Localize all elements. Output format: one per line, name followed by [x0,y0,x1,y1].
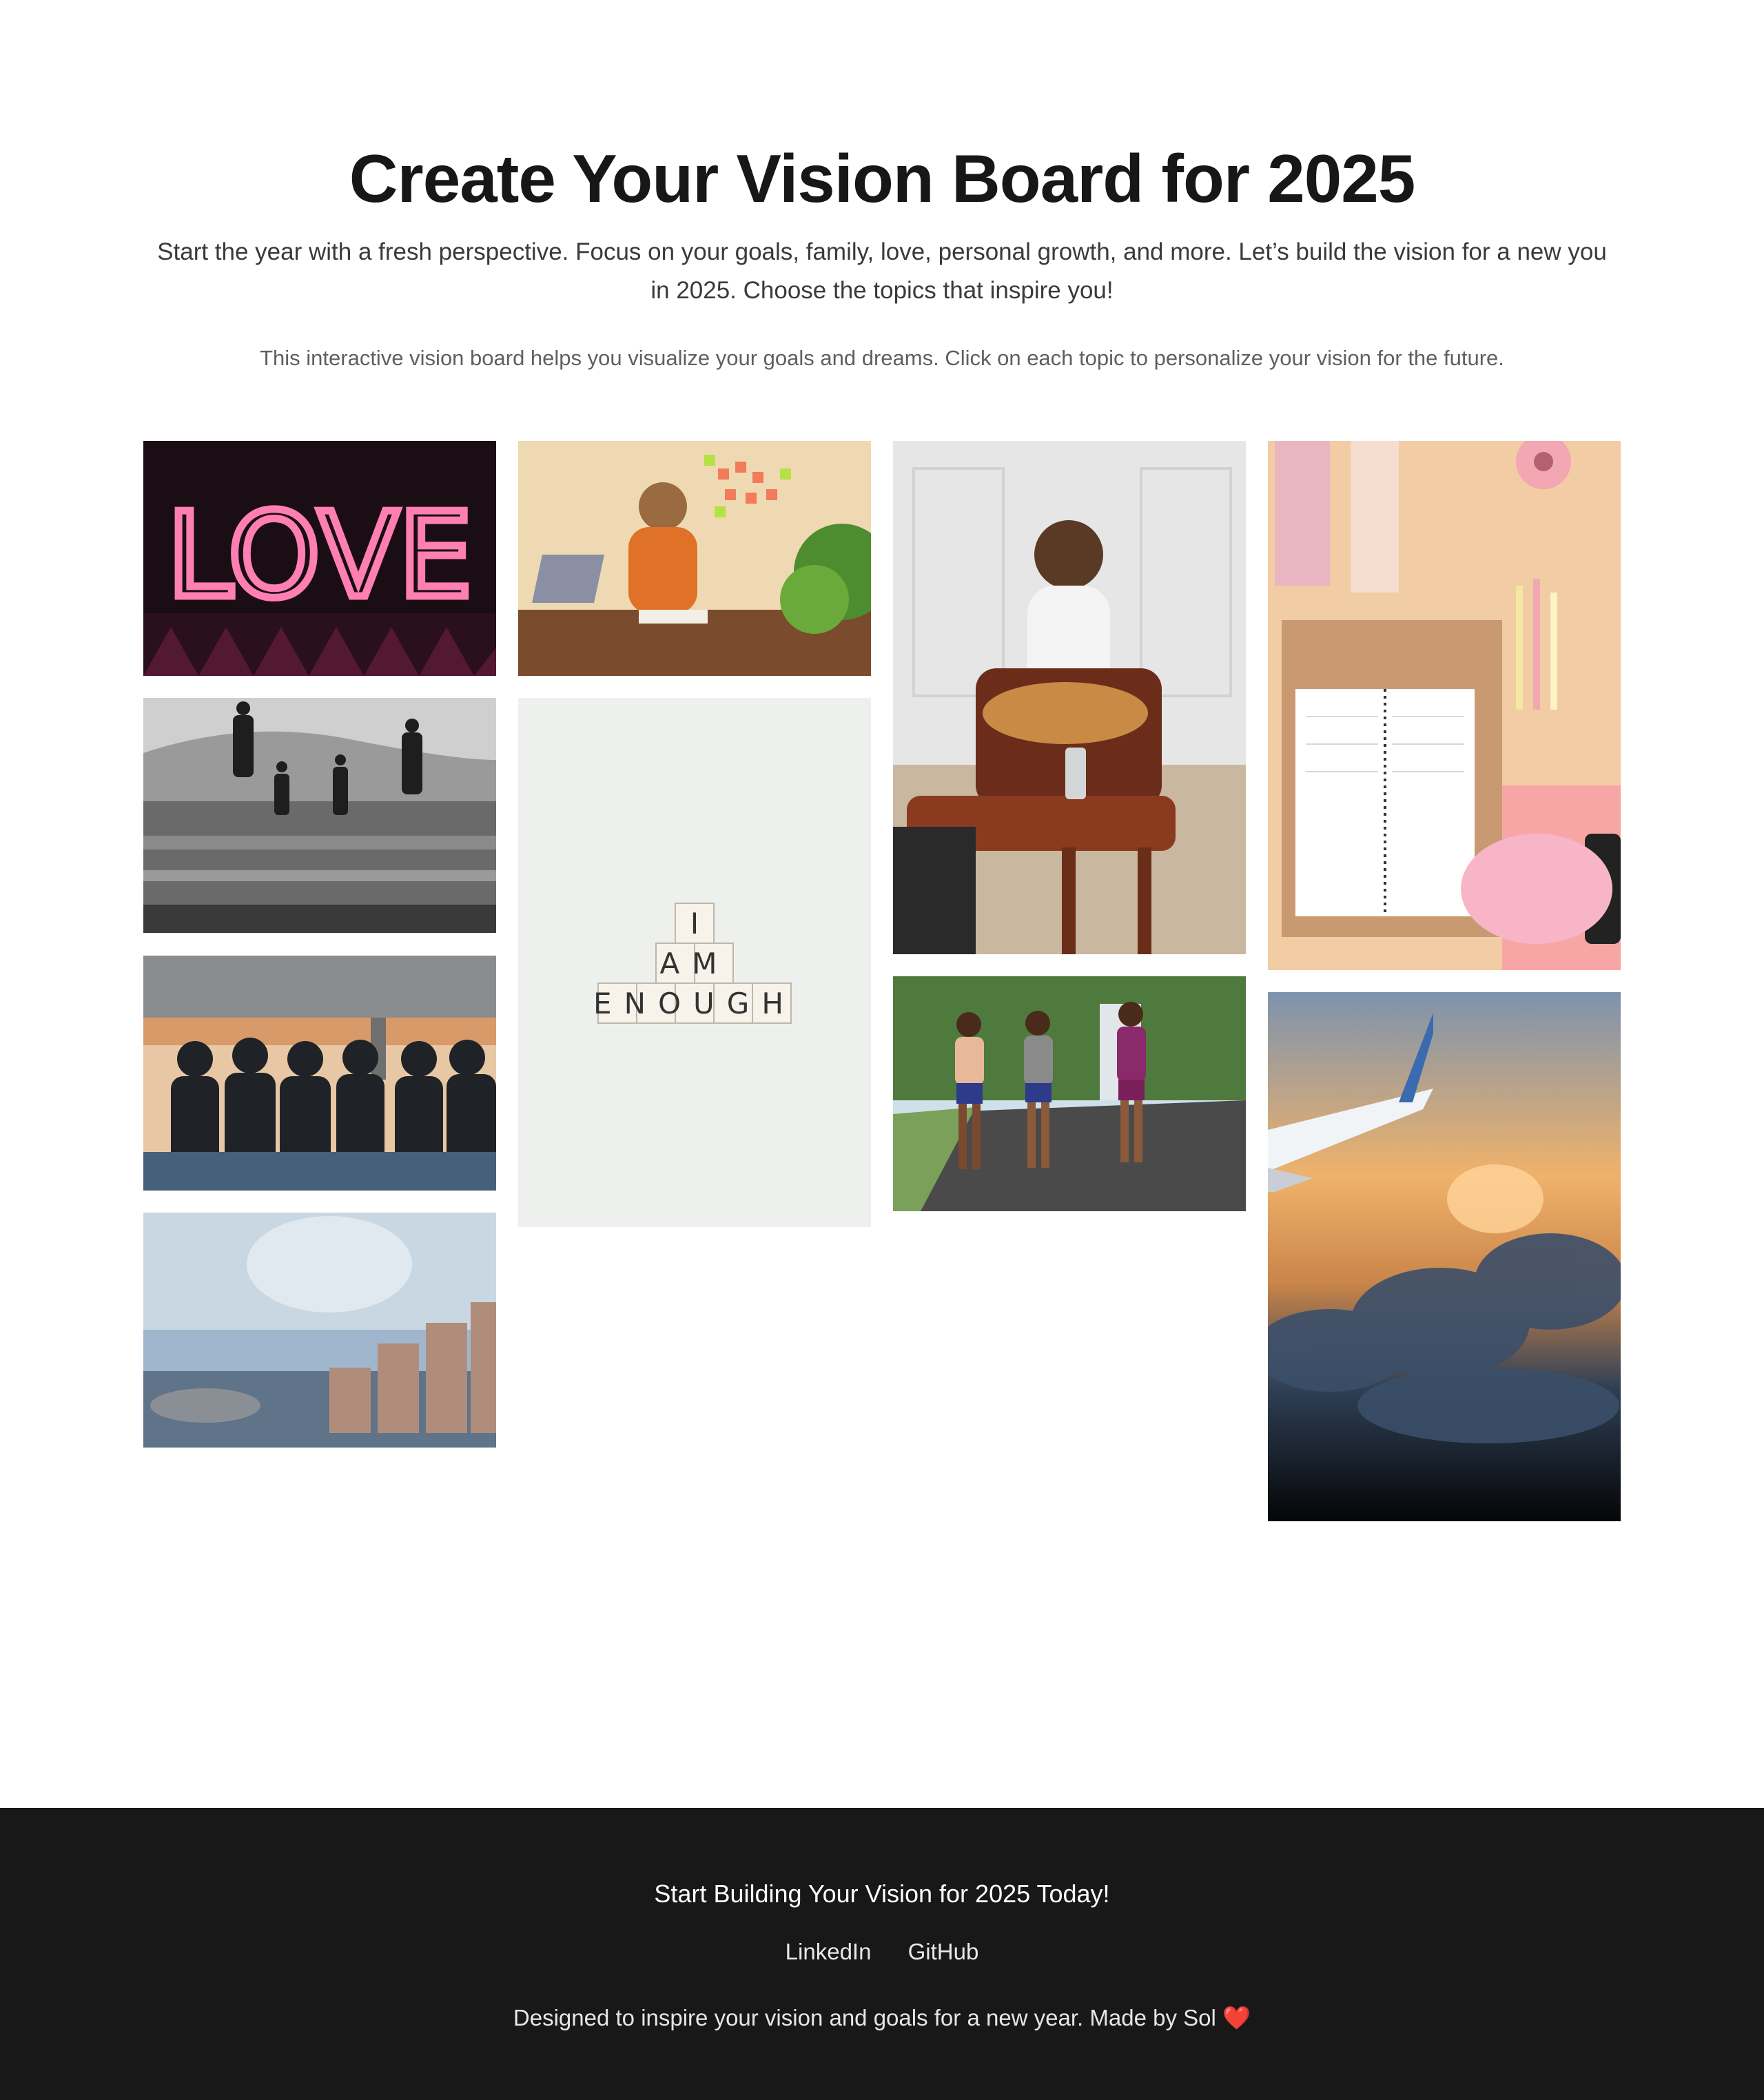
neon-love-sign: LOVE [167,488,472,624]
vision-tile-career[interactable] [518,441,871,676]
vision-tile-mental-health[interactable] [893,441,1246,954]
vision-tile-finance[interactable] [143,1213,496,1448]
page-title: Create Your Vision Board for 2025 [349,141,1415,216]
page-footer: Start Building Your Vision for 2025 Toda… [0,1808,1764,2100]
tile-word-i: I [690,907,699,940]
help-text: This interactive vision board helps you … [260,346,1504,370]
footer-links: LinkedIn GitHub [0,1936,1764,1968]
vision-tile-travel[interactable] [1268,992,1621,1521]
vision-tile-planning[interactable] [1268,441,1621,970]
vision-tile-family[interactable] [143,698,496,933]
footer-credit: Designed to inspire your vision and goal… [0,2002,1764,2034]
vision-tile-love[interactable]: LOVE [143,441,496,676]
tile-word-am: AM [660,947,730,980]
linkedin-link[interactable]: LinkedIn [786,1939,872,1964]
intro-text: Start the year with a fresh perspective.… [157,238,1607,304]
github-link[interactable]: GitHub [908,1939,979,1964]
footer-cta: Start Building Your Vision for 2025 Toda… [654,1880,1110,1908]
vision-tile-fitness[interactable] [893,976,1246,1211]
tile-word-enough: ENOUGH [593,987,796,1020]
credit-text: Designed to inspire your vision and goal… [513,2005,1216,2030]
heart-icon: ❤️ [1222,2005,1251,2030]
vision-tile-self-worth[interactable]: I AM ENOUGH [518,698,871,1227]
vision-tile-friends[interactable] [143,956,496,1191]
